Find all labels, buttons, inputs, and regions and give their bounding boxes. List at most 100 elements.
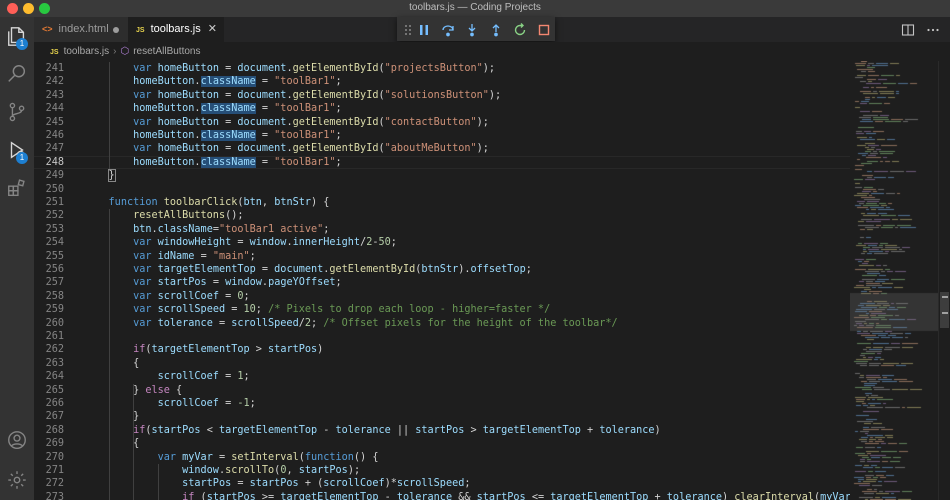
code-line[interactable]: 250: [34, 183, 850, 196]
code-line[interactable]: 258 var scrollCoef = 0;: [34, 290, 850, 303]
code-line[interactable]: 271 window.scrollTo(0, startPos);: [34, 464, 850, 477]
minimap-canvas: [850, 61, 938, 500]
code-text: homeButton.className = "toolBar1";: [133, 76, 342, 88]
code-text: var targetElementTop = document.getEleme…: [133, 264, 532, 275]
code-line[interactable]: 243 var homeButton = document.getElement…: [34, 89, 850, 102]
code-text: function toolbarClick(btn, btnStr) {: [108, 197, 330, 208]
indent-guide: [108, 62, 110, 170]
step-out-icon[interactable]: [489, 22, 503, 37]
breadcrumb-file[interactable]: toolbars.js: [64, 46, 110, 57]
code-line[interactable]: 272 startPos = startPos + (scrollCoef)*s…: [34, 477, 850, 490]
extensions-icon[interactable]: [6, 177, 28, 199]
line-number: 243: [45, 89, 64, 101]
html-icon: <>: [42, 24, 53, 34]
close-tab-icon[interactable]: ✕: [208, 17, 217, 42]
drag-handle-icon[interactable]: [401, 22, 411, 36]
code-line[interactable]: 256 var targetElementTop = document.getE…: [34, 263, 850, 276]
code-line[interactable]: 260 var tolerance = scrollSpeed/2; /* Of…: [34, 317, 850, 330]
line-number: 264: [45, 371, 64, 383]
search-icon[interactable]: [6, 63, 28, 85]
code-line[interactable]: 247 var homeButton = document.getElement…: [34, 142, 850, 155]
code-line[interactable]: 263 {: [34, 357, 850, 370]
code-text: }: [84, 411, 140, 423]
code-line[interactable]: 245 var homeButton = document.getElement…: [34, 116, 850, 129]
code-line[interactable]: 244 homeButton.className = "toolBar1";: [34, 102, 850, 115]
source-control-icon[interactable]: [6, 101, 28, 123]
code-line[interactable]: 266 scrollCoef = -1;: [34, 397, 850, 410]
line-number: 250: [45, 183, 64, 195]
step-over-icon[interactable]: [441, 22, 455, 37]
code-line[interactable]: 248 homeButton.className = "toolBar1";: [34, 156, 850, 169]
code-text: var scrollSpeed = 10; /* Pixels to drop …: [133, 304, 551, 316]
code-line[interactable]: 268 if(startPos < targetElementTop - tol…: [34, 424, 850, 437]
code-line[interactable]: 269 {: [34, 437, 850, 450]
code-line[interactable]: 242 homeButton.className = "toolBar1";: [34, 75, 850, 88]
line-number: 253: [45, 223, 64, 235]
restart-icon[interactable]: [513, 22, 527, 36]
code-line[interactable]: 264 scrollCoef = 1;: [34, 370, 850, 383]
split-editor-icon[interactable]: [901, 22, 915, 36]
code-line[interactable]: 253 btn.className="toolBar1 active";: [34, 223, 850, 236]
chevron-right-icon: ›: [113, 46, 117, 57]
code-text: if(startPos < targetElementTop - toleran…: [133, 424, 661, 436]
code-text: scrollCoef = -1;: [157, 398, 256, 409]
indent-guide: [133, 383, 135, 500]
code-line[interactable]: 261: [34, 330, 850, 343]
code-line[interactable]: 241 var homeButton = document.getElement…: [34, 62, 850, 75]
step-into-icon[interactable]: [465, 22, 479, 37]
code-text: window.scrollTo(0, startPos);: [182, 465, 361, 476]
line-number: 269: [45, 438, 64, 450]
code-text: if(targetElementTop > startPos): [133, 344, 324, 356]
line-number: 258: [45, 290, 64, 302]
line-number: 271: [45, 465, 64, 476]
code-line[interactable]: 251 function toolbarClick(btn, btnStr) {: [34, 196, 850, 209]
account-icon[interactable]: [6, 429, 28, 451]
code-text: if (startPos >= targetElementTop - toler…: [182, 491, 850, 500]
vertical-scrollbar[interactable]: [938, 61, 950, 500]
line-number: 273: [45, 491, 64, 500]
tab-toolbars-js[interactable]: JS toolbars.js ✕: [128, 17, 224, 42]
line-number: 254: [45, 237, 64, 249]
code-line[interactable]: 267 }: [34, 410, 850, 423]
line-number: 247: [45, 143, 64, 155]
line-number: 265: [45, 384, 64, 396]
code-line[interactable]: 273 if (startPos >= targetElementTop - t…: [34, 491, 850, 500]
line-number: 256: [45, 264, 64, 275]
more-actions-icon[interactable]: [926, 22, 940, 36]
code-text: startPos = startPos + (scrollCoef)*scrol…: [182, 478, 471, 490]
settings-gear-icon[interactable]: [6, 469, 28, 491]
scrollbar-match-marker: [942, 312, 948, 314]
breadcrumb: JS toolbars.js › ⬡ resetAllButtons: [34, 42, 950, 61]
minimap[interactable]: [850, 61, 938, 500]
js-file-icon: JS: [136, 27, 145, 34]
code-line[interactable]: 265 } else {: [34, 384, 850, 397]
code-line[interactable]: 259 var scrollSpeed = 10; /* Pixels to d…: [34, 303, 850, 316]
symbol-method-icon: ⬡: [120, 46, 130, 57]
line-number: 260: [45, 317, 64, 329]
code-text: homeButton.className = "toolBar1";: [133, 103, 342, 115]
line-number: 244: [45, 103, 64, 115]
line-number: 262: [45, 344, 64, 356]
code-line[interactable]: 257 var startPos = window.pageYOffset;: [34, 276, 850, 289]
line-number: 257: [45, 277, 64, 289]
code-line[interactable]: 249 }: [34, 169, 850, 183]
code-text: var tolerance = scrollSpeed/2; /* Offset…: [133, 317, 618, 329]
code-line[interactable]: 255 var idName = "main";: [34, 250, 850, 263]
debug-toolbar: [397, 17, 555, 41]
code-line[interactable]: 270 var myVar = setInterval(function() {: [34, 451, 850, 464]
code-line[interactable]: 252 resetAllButtons();: [34, 209, 850, 222]
pause-icon[interactable]: [417, 22, 431, 36]
code-text: var homeButton = document.getElementById…: [133, 116, 489, 128]
code-editor[interactable]: 241 var homeButton = document.getElement…: [34, 61, 850, 500]
tab-index-html[interactable]: <> index.html: [34, 17, 128, 42]
line-number: 268: [45, 424, 64, 436]
breadcrumb-symbol[interactable]: resetAllButtons: [133, 46, 200, 57]
code-line[interactable]: 254 var windowHeight = window.innerHeigh…: [34, 236, 850, 249]
code-text: var homeButton = document.getElementById…: [133, 89, 502, 101]
code-line[interactable]: 262 if(targetElementTop > startPos): [34, 343, 850, 356]
line-number: 259: [45, 304, 64, 316]
code-text: var homeButton = document.getElementById…: [133, 143, 489, 155]
code-line[interactable]: 246 homeButton.className = "toolBar1";: [34, 129, 850, 142]
stop-icon[interactable]: [537, 22, 551, 36]
window-title: toolbars.js — Coding Projects: [409, 2, 541, 13]
